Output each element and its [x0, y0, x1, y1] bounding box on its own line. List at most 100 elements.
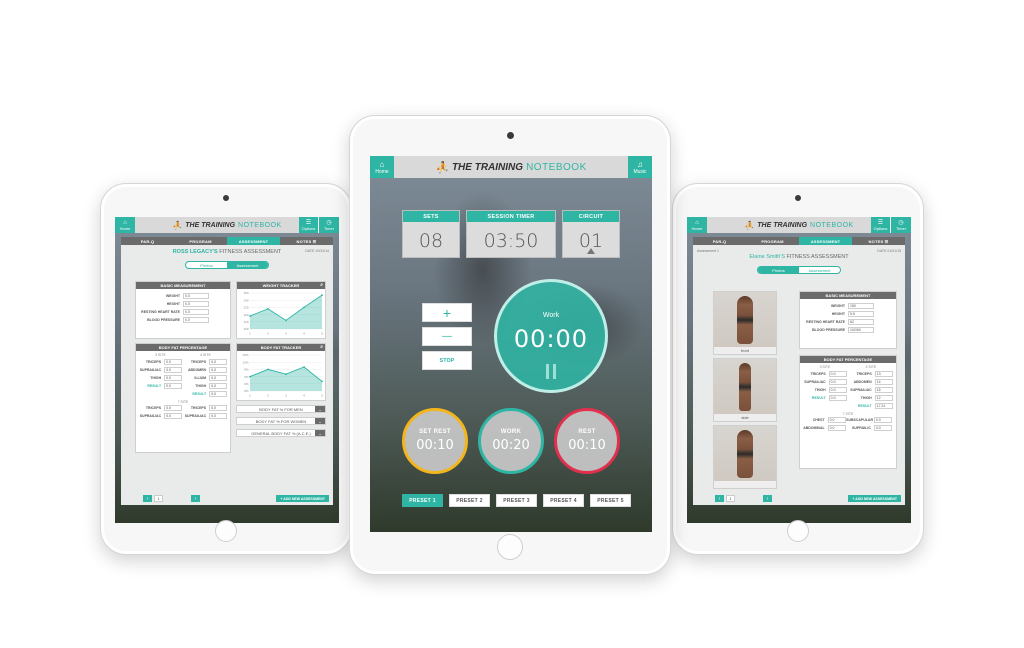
data-point	[303, 366, 305, 368]
women-dropdown[interactable]: BODY FAT % FOR WOMEN ⌄	[236, 417, 326, 425]
set-rest-button[interactable]: SET REST 00:10	[402, 408, 468, 474]
assessment-date: DATE 01/01/15	[877, 249, 901, 253]
tab-program[interactable]: PROGRAM	[174, 237, 227, 245]
photos-toggle[interactable]: Photos	[186, 262, 227, 268]
suprailic-field[interactable]: 0.0	[873, 425, 892, 431]
ace-dropdown[interactable]: GENERAL BODY FAT % (A.C.E.) ⌄	[236, 429, 326, 437]
preset-3-button[interactable]: PRESET 3	[496, 494, 537, 507]
x-tick-label: 3	[285, 394, 287, 398]
photo-back[interactable]	[713, 425, 777, 489]
men-dropdown[interactable]: BODY FAT % FOR MEN ⌄	[236, 405, 326, 413]
prev-page-button[interactable]: ‹	[715, 495, 724, 502]
suprailiac-field[interactable]: 15	[874, 387, 893, 393]
music-button[interactable]: ♫ Music	[628, 156, 652, 178]
decrement-button[interactable]: —	[422, 327, 472, 346]
work-timer-circle[interactable]: Work 00:00	[494, 279, 608, 393]
blood-pressure-field[interactable]: 102/60	[848, 327, 874, 333]
abdomen-field[interactable]: 14	[874, 379, 893, 385]
tab-program[interactable]: PROGRAM	[746, 237, 799, 245]
card-title: BODY FAT PERCENTAGE	[800, 356, 896, 363]
card-title: BODY FAT TRACKER	[260, 345, 302, 350]
assessment-toggle[interactable]: Assessment	[227, 262, 268, 268]
y-tick-label: 110	[244, 320, 249, 324]
triceps-field[interactable]: 0.0	[209, 359, 228, 365]
tab-assessment[interactable]: ASSESSMENT	[227, 237, 280, 245]
field-row: WEIGHT 0.0	[136, 292, 230, 300]
suprailiac-field[interactable]: 0.0	[828, 379, 847, 385]
weight-field[interactable]: 0.0	[183, 293, 209, 299]
suprailiac-field[interactable]: 0.0	[164, 413, 183, 419]
next-page-button[interactable]: ›	[191, 495, 200, 502]
height-field[interactable]: 5.5	[848, 311, 874, 317]
increment-button[interactable]: +	[422, 303, 472, 322]
options-button[interactable]: ☰ Options	[299, 217, 319, 233]
pager: ‹ 1 ›	[143, 495, 200, 502]
add-assessment-button[interactable]: + ADD NEW ASSESSMENT	[276, 495, 329, 502]
preset-2-button[interactable]: PRESET 2	[449, 494, 490, 507]
photos-toggle[interactable]: Photos	[758, 267, 799, 273]
timer-button[interactable]: ◷ Timer	[319, 217, 339, 233]
x-tick-label: 5	[321, 332, 323, 336]
home-button[interactable]: ⌂ Home	[370, 156, 394, 178]
thigh-field[interactable]: 0.0	[828, 387, 847, 393]
subscapular-field[interactable]: 0.0	[873, 417, 892, 423]
triceps-field[interactable]: 13	[874, 371, 893, 377]
sets-value: 08	[418, 230, 444, 252]
weight-chart: 150 140 130 120 110 1001 2 3 4 5	[243, 291, 323, 336]
tab-notes[interactable]: NOTES ☰	[852, 237, 905, 245]
assessment-toggle[interactable]: Assessment	[799, 267, 840, 273]
home-hardware-button	[787, 520, 809, 542]
options-button[interactable]: ☰ Options	[871, 217, 891, 233]
triceps-field[interactable]: 0.0	[164, 359, 183, 365]
weight-field[interactable]: 150	[848, 303, 874, 309]
next-page-button[interactable]: ›	[763, 495, 772, 502]
home-button[interactable]: ⌂ Home	[687, 217, 707, 233]
brand-logo: ⛹ THE TRAINING NOTEBOOK	[744, 220, 854, 230]
timer-button[interactable]: ◷ Timer	[891, 217, 911, 233]
suprailiac-field[interactable]: 0.0	[164, 367, 183, 373]
search-icon[interactable]: ⌕	[320, 344, 323, 350]
search-icon[interactable]: ⌕	[320, 282, 323, 288]
suprailiac-field[interactable]: 0.0	[209, 413, 228, 419]
blood-pressure-field[interactable]: 0.0	[183, 317, 209, 323]
heart-rate-field[interactable]: 0.0	[183, 309, 209, 315]
preset-4-button[interactable]: PRESET 4	[543, 494, 584, 507]
photo-front[interactable]: front	[713, 291, 777, 355]
thigh-field[interactable]: 12	[874, 395, 893, 401]
x-tick-label: 1	[249, 332, 251, 336]
data-point	[303, 306, 305, 309]
thigh-field[interactable]: 0.0	[164, 375, 183, 381]
rest-button[interactable]: REST 00:10	[554, 408, 620, 474]
abdominal-field[interactable]: 0.0	[827, 425, 846, 431]
illium-field[interactable]: 0.0	[209, 375, 228, 381]
pause-icon[interactable]	[546, 364, 556, 379]
y-tick-label: 150	[243, 291, 248, 295]
page-title: Elaine Smith'S FITNESS ASSESSMENT	[749, 254, 849, 260]
triceps-field[interactable]: 0.0	[828, 371, 847, 377]
prev-page-button[interactable]: ‹	[143, 495, 152, 502]
height-field[interactable]: 0.0	[183, 301, 209, 307]
ipad-right: ⌂ Home ⛹ THE TRAINING NOTEBOOK ☰ Options…	[672, 183, 924, 555]
stop-button[interactable]: STOP	[422, 351, 472, 370]
abdomen-field[interactable]: 0.0	[209, 367, 228, 373]
tab-assessment[interactable]: ASSESSMENT	[799, 237, 852, 245]
chest-field[interactable]: 0.0	[827, 417, 846, 423]
photo-side[interactable]: side	[713, 358, 777, 422]
data-point	[249, 315, 251, 317]
preset-5-button[interactable]: PRESET 5	[590, 494, 631, 507]
thigh-field[interactable]: 0.0	[209, 383, 228, 389]
assessment-number: Assessment 1	[697, 249, 719, 253]
camera	[795, 195, 801, 201]
triceps-field[interactable]: 0.0	[164, 405, 183, 411]
tab-notes[interactable]: NOTES ☰	[280, 237, 333, 245]
left-top-bar: ⌂ Home ⛹ THE TRAINING NOTEBOOK ☰ Options…	[115, 217, 339, 233]
add-assessment-button[interactable]: + ADD NEW ASSESSMENT	[848, 495, 901, 502]
work-button[interactable]: WORK 00:20	[478, 408, 544, 474]
preset-1-button[interactable]: PRESET 1	[402, 494, 443, 507]
tab-parq[interactable]: PAR-Q	[121, 237, 174, 245]
heart-rate-field[interactable]: 62	[848, 319, 874, 325]
triceps-field[interactable]: 0.0	[209, 405, 228, 411]
tab-parq[interactable]: PAR-Q	[693, 237, 746, 245]
home-button[interactable]: ⌂ Home	[115, 217, 135, 233]
center-screen: ⌂ Home ⛹ THE TRAINING NOTEBOOK ♫ Music S…	[370, 156, 652, 532]
